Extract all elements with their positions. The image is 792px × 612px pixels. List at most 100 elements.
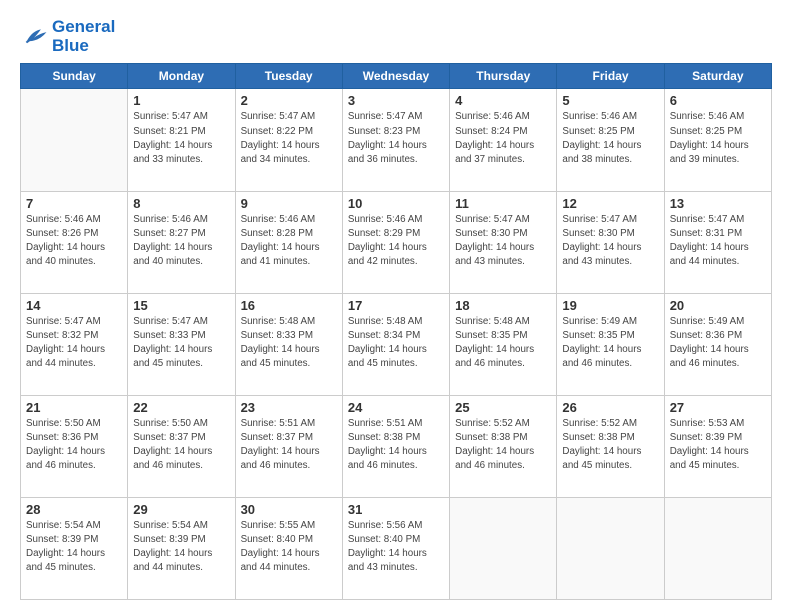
calendar-cell: 12 Sunrise: 5:47 AMSunset: 8:30 PMDayligh… bbox=[557, 191, 664, 293]
day-number: 26 bbox=[562, 400, 658, 415]
calendar-cell: 17Sunrise: 5:48 AMSunset: 8:34 PMDayligh… bbox=[342, 293, 449, 395]
calendar-cell bbox=[21, 89, 128, 191]
calendar-cell: 11 Sunrise: 5:47 AMSunset: 8:30 PMDayligh… bbox=[450, 191, 557, 293]
calendar-cell: 24Sunrise: 5:51 AMSunset: 8:38 PMDayligh… bbox=[342, 395, 449, 497]
calendar-cell: 4 Sunrise: 5:46 AMSunset: 8:24 PMDaylight… bbox=[450, 89, 557, 191]
calendar-table: SundayMondayTuesdayWednesdayThursdayFrid… bbox=[20, 63, 772, 600]
day-info: Sunrise: 5:46 AMSunset: 8:24 PMDaylight:… bbox=[455, 110, 551, 167]
weekday-header-wednesday: Wednesday bbox=[342, 64, 449, 89]
calendar-week-5: 28Sunrise: 5:54 AMSunset: 8:39 PMDayligh… bbox=[21, 497, 772, 599]
page: General Blue SundayMondayTuesdayWednesda… bbox=[0, 0, 792, 612]
day-info: Sunrise: 5:47 AMSunset: 8:33 PMDaylight:… bbox=[133, 315, 229, 372]
logo-icon bbox=[20, 28, 48, 46]
day-info: Sunrise: 5:48 AMSunset: 8:33 PMDaylight:… bbox=[241, 315, 337, 372]
day-info: Sunrise: 5:46 AMSunset: 8:25 PMDaylight:… bbox=[670, 110, 766, 167]
calendar-cell: 5 Sunrise: 5:46 AMSunset: 8:25 PMDaylight… bbox=[557, 89, 664, 191]
day-number: 16 bbox=[241, 298, 337, 313]
day-info: Sunrise: 5:47 AMSunset: 8:23 PMDaylight:… bbox=[348, 110, 444, 167]
day-number: 29 bbox=[133, 502, 229, 517]
calendar-cell: 7 Sunrise: 5:46 AMSunset: 8:26 PMDaylight… bbox=[21, 191, 128, 293]
day-info: Sunrise: 5:46 AMSunset: 8:25 PMDaylight:… bbox=[562, 110, 658, 167]
weekday-header-saturday: Saturday bbox=[664, 64, 771, 89]
day-info: Sunrise: 5:46 AMSunset: 8:29 PMDaylight:… bbox=[348, 213, 444, 270]
day-info: Sunrise: 5:51 AMSunset: 8:37 PMDaylight:… bbox=[241, 417, 337, 474]
logo: General Blue bbox=[20, 18, 115, 55]
day-number: 13 bbox=[670, 196, 766, 211]
calendar-cell: 9 Sunrise: 5:46 AMSunset: 8:28 PMDaylight… bbox=[235, 191, 342, 293]
calendar-cell: 1 Sunrise: 5:47 AMSunset: 8:21 PMDaylight… bbox=[128, 89, 235, 191]
day-number: 9 bbox=[241, 196, 337, 211]
calendar-cell: 3 Sunrise: 5:47 AMSunset: 8:23 PMDaylight… bbox=[342, 89, 449, 191]
day-number: 21 bbox=[26, 400, 122, 415]
calendar-cell: 8 Sunrise: 5:46 AMSunset: 8:27 PMDaylight… bbox=[128, 191, 235, 293]
calendar-header-row: SundayMondayTuesdayWednesdayThursdayFrid… bbox=[21, 64, 772, 89]
weekday-header-thursday: Thursday bbox=[450, 64, 557, 89]
calendar-cell: 15 Sunrise: 5:47 AMSunset: 8:33 PMDayligh… bbox=[128, 293, 235, 395]
day-number: 20 bbox=[670, 298, 766, 313]
calendar-cell: 18 Sunrise: 5:48 AMSunset: 8:35 PMDayligh… bbox=[450, 293, 557, 395]
calendar-cell: 6 Sunrise: 5:46 AMSunset: 8:25 PMDaylight… bbox=[664, 89, 771, 191]
calendar-cell: 26 Sunrise: 5:52 AMSunset: 8:38 PMDayligh… bbox=[557, 395, 664, 497]
calendar-cell: 31 Sunrise: 5:56 AMSunset: 8:40 PMDayligh… bbox=[342, 497, 449, 599]
weekday-header-sunday: Sunday bbox=[21, 64, 128, 89]
day-info: Sunrise: 5:47 AMSunset: 8:21 PMDaylight:… bbox=[133, 110, 229, 167]
day-info: Sunrise: 5:48 AMSunset: 8:35 PMDaylight:… bbox=[455, 315, 551, 372]
calendar-cell: 21Sunrise: 5:50 AMSunset: 8:36 PMDayligh… bbox=[21, 395, 128, 497]
calendar-cell: 27Sunrise: 5:53 AMSunset: 8:39 PMDayligh… bbox=[664, 395, 771, 497]
day-info: Sunrise: 5:52 AMSunset: 8:38 PMDaylight:… bbox=[455, 417, 551, 474]
day-info: Sunrise: 5:49 AMSunset: 8:36 PMDaylight:… bbox=[670, 315, 766, 372]
day-info: Sunrise: 5:56 AMSunset: 8:40 PMDaylight:… bbox=[348, 519, 444, 576]
day-info: Sunrise: 5:47 AMSunset: 8:32 PMDaylight:… bbox=[26, 315, 122, 372]
calendar-cell: 2Sunrise: 5:47 AMSunset: 8:22 PMDaylight… bbox=[235, 89, 342, 191]
day-number: 4 bbox=[455, 93, 551, 108]
day-info: Sunrise: 5:47 AMSunset: 8:31 PMDaylight:… bbox=[670, 213, 766, 270]
calendar-cell bbox=[557, 497, 664, 599]
day-number: 12 bbox=[562, 196, 658, 211]
day-number: 23 bbox=[241, 400, 337, 415]
header: General Blue bbox=[20, 18, 772, 55]
day-number: 14 bbox=[26, 298, 122, 313]
calendar-cell: 19 Sunrise: 5:49 AMSunset: 8:35 PMDayligh… bbox=[557, 293, 664, 395]
day-number: 5 bbox=[562, 93, 658, 108]
calendar-cell: 22Sunrise: 5:50 AMSunset: 8:37 PMDayligh… bbox=[128, 395, 235, 497]
day-number: 24 bbox=[348, 400, 444, 415]
day-number: 3 bbox=[348, 93, 444, 108]
day-number: 11 bbox=[455, 196, 551, 211]
day-number: 6 bbox=[670, 93, 766, 108]
day-info: Sunrise: 5:54 AMSunset: 8:39 PMDaylight:… bbox=[133, 519, 229, 576]
day-number: 31 bbox=[348, 502, 444, 517]
day-info: Sunrise: 5:53 AMSunset: 8:39 PMDaylight:… bbox=[670, 417, 766, 474]
weekday-header-monday: Monday bbox=[128, 64, 235, 89]
day-info: Sunrise: 5:54 AMSunset: 8:39 PMDaylight:… bbox=[26, 519, 122, 576]
day-info: Sunrise: 5:55 AMSunset: 8:40 PMDaylight:… bbox=[241, 519, 337, 576]
day-number: 7 bbox=[26, 196, 122, 211]
day-info: Sunrise: 5:52 AMSunset: 8:38 PMDaylight:… bbox=[562, 417, 658, 474]
day-info: Sunrise: 5:47 AMSunset: 8:30 PMDaylight:… bbox=[455, 213, 551, 270]
day-number: 1 bbox=[133, 93, 229, 108]
day-number: 19 bbox=[562, 298, 658, 313]
day-number: 15 bbox=[133, 298, 229, 313]
calendar-cell: 16 Sunrise: 5:48 AMSunset: 8:33 PMDayligh… bbox=[235, 293, 342, 395]
logo-text: General Blue bbox=[52, 18, 115, 55]
calendar-week-2: 7 Sunrise: 5:46 AMSunset: 8:26 PMDaylight… bbox=[21, 191, 772, 293]
day-info: Sunrise: 5:50 AMSunset: 8:37 PMDaylight:… bbox=[133, 417, 229, 474]
calendar-cell: 23 Sunrise: 5:51 AMSunset: 8:37 PMDayligh… bbox=[235, 395, 342, 497]
calendar-week-1: 1 Sunrise: 5:47 AMSunset: 8:21 PMDaylight… bbox=[21, 89, 772, 191]
day-number: 18 bbox=[455, 298, 551, 313]
calendar-cell: 13 Sunrise: 5:47 AMSunset: 8:31 PMDayligh… bbox=[664, 191, 771, 293]
day-info: Sunrise: 5:46 AMSunset: 8:27 PMDaylight:… bbox=[133, 213, 229, 270]
day-info: Sunrise: 5:47 AMSunset: 8:30 PMDaylight:… bbox=[562, 213, 658, 270]
day-info: Sunrise: 5:49 AMSunset: 8:35 PMDaylight:… bbox=[562, 315, 658, 372]
calendar-cell: 28Sunrise: 5:54 AMSunset: 8:39 PMDayligh… bbox=[21, 497, 128, 599]
calendar-cell: 25 Sunrise: 5:52 AMSunset: 8:38 PMDayligh… bbox=[450, 395, 557, 497]
day-info: Sunrise: 5:46 AMSunset: 8:28 PMDaylight:… bbox=[241, 213, 337, 270]
day-number: 17 bbox=[348, 298, 444, 313]
day-number: 30 bbox=[241, 502, 337, 517]
calendar-week-4: 21Sunrise: 5:50 AMSunset: 8:36 PMDayligh… bbox=[21, 395, 772, 497]
calendar-cell: 29 Sunrise: 5:54 AMSunset: 8:39 PMDayligh… bbox=[128, 497, 235, 599]
day-number: 25 bbox=[455, 400, 551, 415]
day-number: 8 bbox=[133, 196, 229, 211]
day-info: Sunrise: 5:46 AMSunset: 8:26 PMDaylight:… bbox=[26, 213, 122, 270]
calendar-cell bbox=[450, 497, 557, 599]
weekday-header-tuesday: Tuesday bbox=[235, 64, 342, 89]
